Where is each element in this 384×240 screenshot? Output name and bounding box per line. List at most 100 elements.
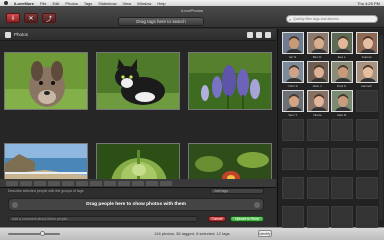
menu-help[interactable]: Help xyxy=(157,1,165,6)
person-thumbnail[interactable]: Sam T. xyxy=(282,90,304,117)
empty-person-slot[interactable] xyxy=(306,119,329,141)
toolbar: iLovePhotos ⇩ ✕ ⤴ Drag tags here to sear… xyxy=(0,6,384,28)
person-thumbnail[interactable]: Hannah xyxy=(355,61,378,88)
empty-person-slot[interactable] xyxy=(355,119,378,141)
identify-button[interactable]: Identify xyxy=(258,230,272,237)
menu-clock[interactable]: Thu 4:25 PM xyxy=(357,1,380,6)
photo-purple-flowers[interactable] xyxy=(188,52,272,110)
person-thumbnail[interactable]: Chris S. xyxy=(282,61,304,88)
search-field[interactable]: ⌕ Quickly filter tags and albums xyxy=(286,15,378,23)
tag-slot[interactable] xyxy=(104,180,116,186)
empty-person-slot[interactable] xyxy=(306,177,329,199)
photo-green-plant[interactable] xyxy=(96,143,180,179)
apple-menu-icon[interactable] xyxy=(4,1,8,5)
photo-coastline[interactable] xyxy=(4,143,88,179)
tag-slot[interactable] xyxy=(90,180,102,186)
toolbar-left-group: ⇩ ✕ ⤴ xyxy=(6,13,56,23)
menu-view[interactable]: View xyxy=(123,1,132,6)
menu-photos[interactable]: Photos xyxy=(65,1,77,6)
photo-icon xyxy=(5,31,11,38)
empty-person-slot[interactable] xyxy=(282,119,304,141)
empty-person-slot[interactable] xyxy=(355,206,378,228)
person-face-image xyxy=(282,61,304,83)
person-thumbnail[interactable]: Ben D. xyxy=(306,32,329,59)
search-icon: ⌕ xyxy=(289,17,292,22)
empty-person-slot[interactable] xyxy=(331,119,353,141)
flowers-photo-image xyxy=(189,53,271,109)
search-placeholder: Quickly filter tags and albums xyxy=(293,17,339,21)
red-flower-photo-image xyxy=(189,144,271,179)
tag-search-drop-zone[interactable]: Drag tags here to search xyxy=(118,17,204,26)
people-drop-label: Drag people here to show photos with the… xyxy=(86,202,186,207)
right-arrow-icon[interactable] xyxy=(254,202,260,208)
empty-person-slot[interactable] xyxy=(355,177,378,199)
photo-black-white-cat[interactable] xyxy=(96,52,180,110)
tag-group-select[interactable]: Joel tags xyxy=(210,188,264,194)
empty-person-slot[interactable] xyxy=(331,206,353,228)
tag-slot[interactable] xyxy=(76,180,88,186)
tag-slot[interactable] xyxy=(20,180,32,186)
status-bar: 116 photos, 38 tagged, 8 selected, 12 ta… xyxy=(0,227,384,240)
menu-edit[interactable]: Edit xyxy=(52,1,59,6)
person-thumbnail[interactable]: Nicole xyxy=(306,90,329,117)
tag-slot[interactable] xyxy=(146,180,158,186)
trash-icon: ✕ xyxy=(28,15,34,22)
person-face-image xyxy=(331,32,353,54)
plant-photo-image xyxy=(97,144,179,179)
photo-dog-on-grass[interactable] xyxy=(4,52,88,110)
comment-input[interactable]: Add a comment about these people... xyxy=(8,216,198,222)
menu-tags[interactable]: Tags xyxy=(84,1,92,6)
empty-person-slot[interactable] xyxy=(306,148,329,170)
people-panel: Ian S. Ben D. Eva L. Joanna Chris S. Alice J.… xyxy=(277,29,384,228)
menu-window[interactable]: Window xyxy=(137,1,151,6)
import-button[interactable]: ⇩ xyxy=(6,13,20,23)
menu-file[interactable]: File xyxy=(40,1,46,6)
share-button[interactable]: ⤴ xyxy=(42,13,56,23)
tag-strip xyxy=(0,179,276,187)
empty-person-slot[interactable] xyxy=(282,177,304,199)
people-panel-scrollbar[interactable] xyxy=(379,35,383,220)
empty-person-slot[interactable] xyxy=(331,148,353,170)
tag-slot[interactable] xyxy=(34,180,46,186)
tag-slot[interactable] xyxy=(6,180,18,186)
photo-red-flower[interactable] xyxy=(188,143,272,179)
upload-button[interactable]: Upload to Story xyxy=(230,216,264,222)
status-summary: 116 photos, 38 tagged, 8 selected, 12 ta… xyxy=(154,231,230,236)
people-drop-zone[interactable]: Drag people here to show photos with the… xyxy=(8,198,264,211)
person-thumbnail[interactable]: Paul K. xyxy=(331,61,353,88)
people-hint-text: Describe selected people with the groups… xyxy=(8,189,84,193)
empty-person-slot[interactable] xyxy=(282,148,304,170)
delete-button[interactable]: ✕ xyxy=(24,13,38,23)
person-face-image xyxy=(306,90,329,112)
person-face-image xyxy=(355,61,378,83)
empty-person-slot[interactable] xyxy=(355,148,378,170)
empty-person-slot[interactable] xyxy=(331,177,353,199)
person-thumbnail[interactable]: Joanna xyxy=(355,32,378,59)
grid-view-icon[interactable] xyxy=(265,31,271,38)
share-icon: ⤴ xyxy=(45,16,52,23)
photos-pane-header: Photos xyxy=(0,29,276,41)
tag-slot[interactable] xyxy=(62,180,74,186)
menu-slideshow[interactable]: Slideshow xyxy=(98,1,116,6)
person-thumbnail[interactable]: Jake R. xyxy=(331,90,353,117)
person-face-image xyxy=(331,90,353,112)
empty-person-slot[interactable] xyxy=(282,206,304,228)
trash-icon[interactable] xyxy=(256,31,262,38)
tag-slot[interactable] xyxy=(132,180,144,186)
cancel-button[interactable]: Cancel xyxy=(208,216,226,222)
person-thumbnail[interactable]: Alice J. xyxy=(306,61,329,88)
tag-slot[interactable] xyxy=(118,180,130,186)
tag-slot[interactable] xyxy=(48,180,60,186)
person-face-image xyxy=(282,90,304,112)
person-thumbnail[interactable]: Ian S. xyxy=(282,32,304,59)
person-face-image xyxy=(306,61,329,83)
tag-slot[interactable] xyxy=(160,180,172,186)
person-thumbnail[interactable]: Eva L. xyxy=(331,32,353,59)
list-view-icon[interactable] xyxy=(247,31,253,38)
left-arrow-icon[interactable] xyxy=(12,202,18,208)
empty-person-slot[interactable] xyxy=(355,90,378,112)
empty-person-slot[interactable] xyxy=(306,206,329,228)
dog-photo-image xyxy=(5,53,87,109)
cat-photo-image xyxy=(97,53,179,109)
app-menu[interactable]: iLoveMore xyxy=(14,1,34,6)
